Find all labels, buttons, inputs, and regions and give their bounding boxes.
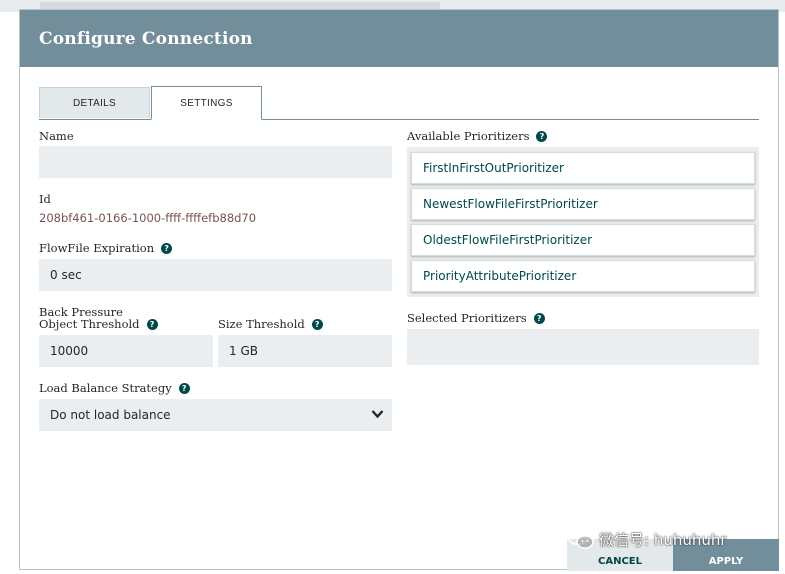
list-item[interactable]: NewestFlowFileFirstPrioritizer [411,188,755,220]
selected-prioritizers-label: Selected Prioritizers ? [407,311,545,325]
help-circle-icon[interactable]: ? [161,242,173,254]
selected-prioritizers-list[interactable] [407,329,759,365]
object-threshold-label: Object Threshold ? [39,317,158,331]
dialog-header: Configure Connection [20,10,778,67]
list-item[interactable]: FirstInFirstOutPrioritizer [411,152,755,184]
tab-details[interactable]: DETAILS [39,87,150,118]
size-threshold-label: Size Threshold ? [218,317,323,331]
list-item[interactable]: PriorityAttributePrioritizer [411,260,755,292]
apply-button[interactable]: APPLY [673,539,779,571]
cancel-button[interactable]: CANCEL [567,539,673,571]
available-prioritizers-list: FirstInFirstOutPrioritizer NewestFlowFil… [407,147,759,297]
dialog-title: Configure Connection [39,29,253,49]
size-threshold-input[interactable] [218,335,392,367]
tab-settings[interactable]: SETTINGS [151,86,262,120]
load-balance-select[interactable]: Do not load balance [39,399,392,431]
help-circle-icon[interactable]: ? [533,312,545,324]
help-circle-icon[interactable]: ? [536,130,548,142]
name-input[interactable] [39,146,392,178]
id-label: Id [39,192,51,206]
chevron-down-icon [371,410,384,419]
flowfile-expiration-label: FlowFile Expiration ? [39,241,173,255]
configure-connection-dialog: Configure Connection DETAILS SETTINGS Na… [19,9,779,571]
name-label: Name [39,129,74,143]
list-item[interactable]: OldestFlowFileFirstPrioritizer [411,224,755,256]
help-circle-icon[interactable]: ? [146,318,158,330]
tab-bar: DETAILS SETTINGS [39,86,759,120]
help-circle-icon[interactable]: ? [178,382,190,394]
object-threshold-input[interactable] [39,335,213,367]
flowfile-expiration-input[interactable] [39,259,392,291]
available-prioritizers-label: Available Prioritizers ? [407,129,548,143]
help-circle-icon[interactable]: ? [311,318,323,330]
load-balance-label: Load Balance Strategy ? [39,381,190,395]
id-value: 208bf461-0166-1000-ffff-ffffefb88d70 [39,211,257,225]
